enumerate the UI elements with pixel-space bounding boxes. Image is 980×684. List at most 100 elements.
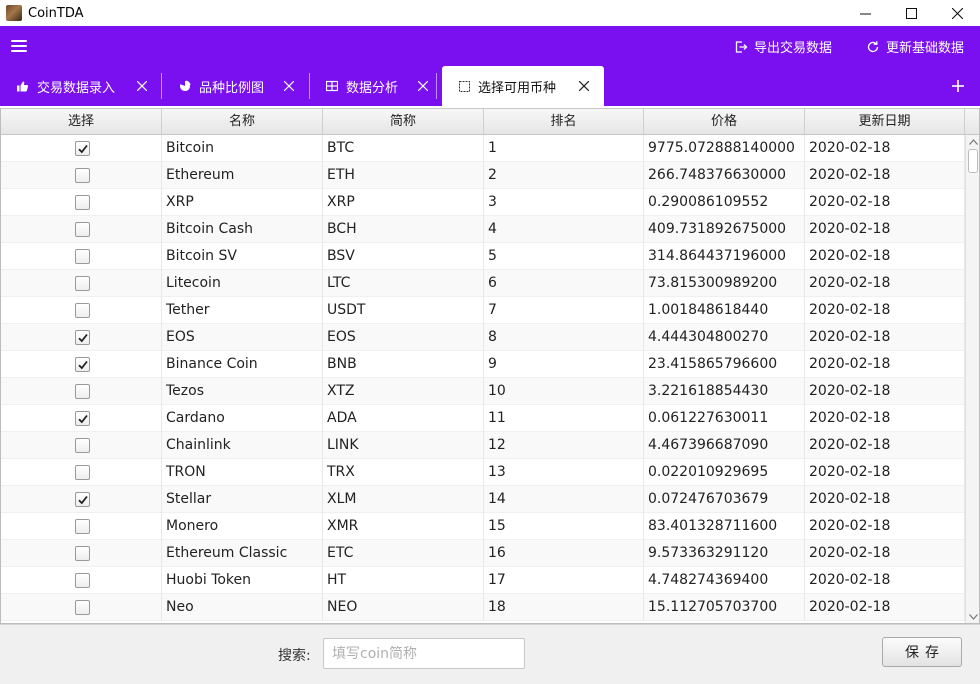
column-header-price[interactable]: 价格: [644, 109, 805, 135]
add-tab-button[interactable]: [950, 78, 966, 94]
column-header-symbol[interactable]: 简称: [323, 109, 484, 135]
cell-update-date: 2020-02-18: [805, 594, 965, 621]
tab-ratio-chart[interactable]: 品种比例图: [179, 66, 294, 106]
cell-select: [1, 351, 162, 378]
tab-select-coins[interactable]: 选择可用币种: [442, 66, 604, 106]
row-checkbox[interactable]: [75, 465, 90, 480]
update-base-data-button[interactable]: 更新基础数据: [866, 37, 964, 56]
cell-rank: 16: [484, 540, 644, 567]
checkmark-icon: [78, 495, 88, 505]
tab-select-coins-label: 选择可用币种: [478, 80, 557, 96]
column-header-name[interactable]: 名称: [162, 109, 323, 135]
table-row[interactable]: TRON TRX 13 0.022010929695 2020-02-18: [1, 459, 965, 486]
tab-ratio-chart-label: 品种比例图: [199, 80, 265, 96]
tab-trade-entry-close-icon[interactable]: [136, 80, 148, 92]
row-checkbox[interactable]: [75, 600, 90, 615]
hamburger-icon[interactable]: [11, 40, 27, 52]
table-row[interactable]: Bitcoin BTC 1 9775.072888140000 2020-02-18: [1, 135, 965, 162]
row-checkbox[interactable]: [75, 384, 90, 399]
cell-rank: 1: [484, 135, 644, 162]
checkbox-icon: [459, 80, 470, 92]
row-checkbox[interactable]: [75, 330, 90, 345]
scroll-down-icon[interactable]: [969, 614, 978, 620]
cell-select: [1, 324, 162, 351]
column-header-select[interactable]: 选择: [1, 109, 162, 135]
row-checkbox[interactable]: [75, 168, 90, 183]
cell-symbol: BNB: [323, 351, 484, 378]
row-checkbox[interactable]: [75, 222, 90, 237]
cell-symbol: LTC: [323, 270, 484, 297]
tab-bar: 交易数据录入 品种比例图 数据分析 选择可用币种: [0, 66, 980, 106]
cell-rank: 15: [484, 513, 644, 540]
maximize-button[interactable]: [888, 0, 934, 26]
cell-price: 1.001848618440: [644, 297, 805, 324]
table-row[interactable]: Ethereum Classic ETC 16 9.573363291120 2020-…: [1, 540, 965, 567]
row-checkbox[interactable]: [75, 357, 90, 372]
table-row[interactable]: Stellar XLM 14 0.072476703679 2020-02-18: [1, 486, 965, 513]
save-button[interactable]: 保存: [882, 637, 962, 667]
table-row[interactable]: Huobi Token HT 17 4.748274369400 2020-02-18: [1, 567, 965, 594]
checkmark-icon: [78, 414, 88, 424]
row-checkbox[interactable]: [75, 438, 90, 453]
export-trades-button[interactable]: 导出交易数据: [734, 37, 832, 56]
table-icon: [326, 80, 338, 92]
cell-name: Chainlink: [162, 432, 323, 459]
export-icon: [734, 40, 748, 54]
cell-select: [1, 216, 162, 243]
close-window-button[interactable]: [934, 0, 980, 26]
tab-data-analysis-label: 数据分析: [346, 80, 399, 96]
cell-name: Binance Coin: [162, 351, 323, 378]
scroll-up-icon[interactable]: [969, 139, 978, 145]
table-row[interactable]: Monero XMR 15 83.401328711600 2020-02-18: [1, 513, 965, 540]
row-checkbox[interactable]: [75, 195, 90, 210]
tab-trade-entry-label: 交易数据录入: [37, 80, 116, 96]
cell-name: Cardano: [162, 405, 323, 432]
search-input[interactable]: [323, 638, 525, 669]
table-row[interactable]: Litecoin LTC 6 73.815300989200 2020-02-18: [1, 270, 965, 297]
cell-rank: 9: [484, 351, 644, 378]
scrollbar-thumb[interactable]: [968, 149, 978, 173]
column-header-update-date[interactable]: 更新日期: [805, 109, 965, 135]
cell-update-date: 2020-02-18: [805, 513, 965, 540]
row-checkbox[interactable]: [75, 492, 90, 507]
row-checkbox[interactable]: [75, 141, 90, 156]
cell-price: 0.290086109552: [644, 189, 805, 216]
cell-update-date: 2020-02-18: [805, 378, 965, 405]
cell-rank: 7: [484, 297, 644, 324]
table-row[interactable]: Ethereum ETH 2 266.748376630000 2020-02-18: [1, 162, 965, 189]
cell-symbol: ADA: [323, 405, 484, 432]
row-checkbox[interactable]: [75, 249, 90, 264]
table-row[interactable]: XRP XRP 3 0.290086109552 2020-02-18: [1, 189, 965, 216]
table-row[interactable]: Binance Coin BNB 9 23.415865796600 2020-02-1…: [1, 351, 965, 378]
column-header-rank[interactable]: 排名: [484, 109, 644, 135]
cell-select: [1, 243, 162, 270]
tab-select-coins-close-icon[interactable]: [578, 80, 590, 92]
row-checkbox[interactable]: [75, 303, 90, 318]
table-row[interactable]: Tezos XTZ 10 3.221618854430 2020-02-18: [1, 378, 965, 405]
table-row[interactable]: EOS EOS 8 4.444304800270 2020-02-18: [1, 324, 965, 351]
table-row[interactable]: Bitcoin SV BSV 5 314.864437196000 2020-02-18: [1, 243, 965, 270]
cell-select: [1, 486, 162, 513]
cell-price: 23.415865796600: [644, 351, 805, 378]
minimize-button[interactable]: [842, 0, 888, 26]
vertical-scrollbar[interactable]: [965, 135, 979, 623]
table-row[interactable]: Cardano ADA 11 0.061227630011 2020-02-18: [1, 405, 965, 432]
cell-update-date: 2020-02-18: [805, 189, 965, 216]
tab-data-analysis[interactable]: 数据分析: [326, 66, 428, 106]
table-row[interactable]: Neo NEO 18 15.112705703700 2020-02-18: [1, 594, 965, 621]
tab-trade-entry[interactable]: 交易数据录入: [16, 66, 147, 106]
row-checkbox[interactable]: [75, 411, 90, 426]
title-bar: CoinTDA: [0, 0, 980, 26]
tab-data-analysis-close-icon[interactable]: [417, 80, 429, 92]
table-row[interactable]: Chainlink LINK 12 4.467396687090 2020-02-18: [1, 432, 965, 459]
table-row[interactable]: Tether USDT 7 1.001848618440 2020-02-18: [1, 297, 965, 324]
cell-select: [1, 270, 162, 297]
plus-icon: [952, 80, 964, 92]
table-row[interactable]: Bitcoin Cash BCH 4 409.731892675000 2020-02-…: [1, 216, 965, 243]
row-checkbox[interactable]: [75, 519, 90, 534]
tab-ratio-chart-close-icon[interactable]: [283, 80, 295, 92]
row-checkbox[interactable]: [75, 276, 90, 291]
row-checkbox[interactable]: [75, 546, 90, 561]
row-checkbox[interactable]: [75, 573, 90, 588]
cell-symbol: NEO: [323, 594, 484, 621]
